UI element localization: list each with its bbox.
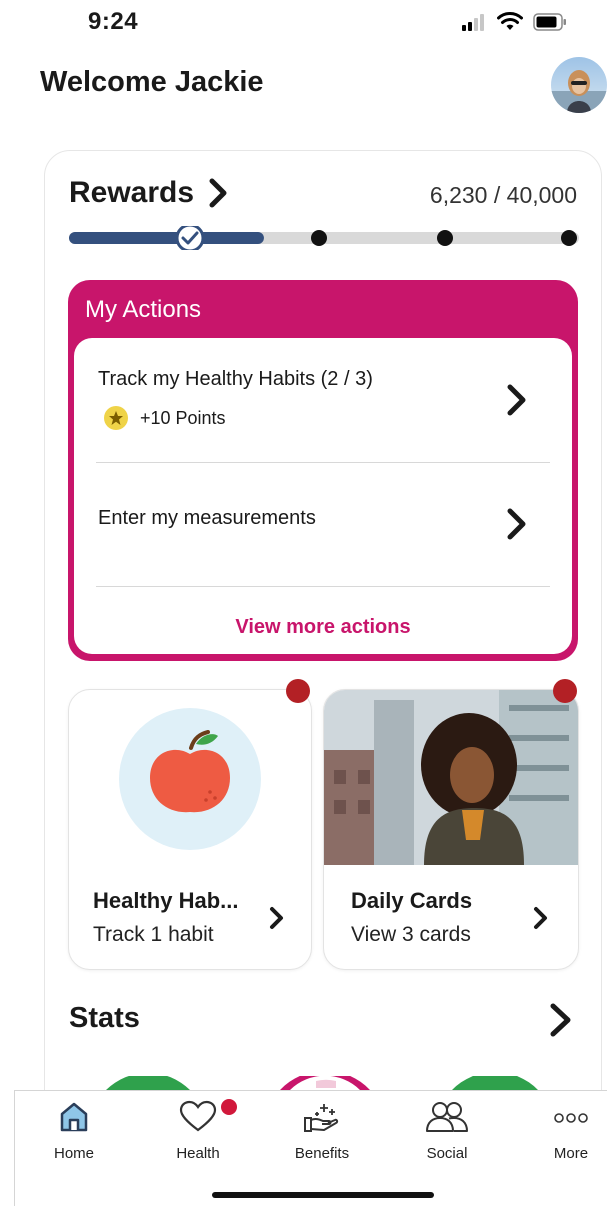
welcome-heading: Welcome Jackie [40,66,264,98]
tab-more[interactable]: More [521,1100,607,1162]
tab-social[interactable]: Social [397,1100,497,1162]
healthy-habits-tile[interactable]: Healthy Hab... Track 1 habit [68,689,312,970]
milestone-dot [311,230,327,246]
action-points: +10 Points [104,406,226,430]
stats-chevron-right-icon[interactable] [548,1002,574,1038]
rewards-title: Rewards [69,176,195,209]
healthy-habits-subtitle: Track 1 habit [93,923,214,946]
daily-cards-title: Daily Cards [351,888,473,913]
star-coin-icon [104,406,128,430]
status-time: 9:24 [88,8,139,35]
tab-label: Social [426,1145,468,1162]
wifi-icon [497,12,523,30]
home-icon [60,1102,88,1132]
action-label: Track my Healthy Habits (2 / 3) [98,368,373,390]
tab-label: Health [176,1145,220,1162]
rewards-progress-bar [69,226,579,250]
action-label: Enter my measurements [98,507,316,529]
action-item-measurements[interactable]: Enter my measurements [96,463,556,585]
apple-icon [119,708,261,850]
chevron-right-icon [507,384,526,416]
chevron-right-icon [270,907,283,929]
tab-label: Home [53,1145,94,1162]
stats-title: Stats [69,1002,140,1034]
avatar[interactable] [551,57,607,113]
action-item-healthy-habits[interactable]: Track my Healthy Habits (2 / 3) [96,338,556,462]
rewards-points-count: 6,230 / 40,000 [429,182,577,208]
daily-cards-subtitle: View 3 cards [351,923,471,946]
view-more-actions-link[interactable]: View more actions [74,616,572,639]
daily-cards-photo [324,690,578,865]
milestone-check-icon [175,226,205,250]
tab-benefits[interactable]: Benefits [272,1100,372,1162]
progress-fill [69,232,264,244]
chevron-right-icon [534,907,547,929]
rewards-link[interactable]: Rewards [69,176,228,210]
divider [96,586,550,587]
chevron-right-icon [507,508,526,540]
daily-cards-tile[interactable]: Daily Cards View 3 cards [323,689,579,970]
milestone-dot [561,230,577,246]
tab-label: Benefits [294,1145,350,1162]
status-icons [461,12,567,32]
tab-home[interactable]: Home [24,1100,124,1162]
tab-label: More [553,1145,589,1162]
home-indicator [212,1192,434,1198]
battery-icon [533,13,566,31]
stats-rings-peek [106,1076,538,1090]
people-icon [426,1102,468,1132]
health-notification-dot [221,1099,237,1115]
notification-dot [286,679,310,703]
my-actions-title: My Actions [85,296,202,323]
cellular-signal-icon [462,14,484,31]
more-dots-icon [554,1113,588,1123]
benefits-hand-icon [304,1104,339,1132]
healthy-habits-title: Healthy Hab... [93,888,239,913]
heart-icon [179,1100,217,1132]
chevron-right-icon [209,178,227,208]
action-points-label: +10 Points [140,407,226,428]
notification-dot [553,679,577,703]
milestone-dot [437,230,453,246]
